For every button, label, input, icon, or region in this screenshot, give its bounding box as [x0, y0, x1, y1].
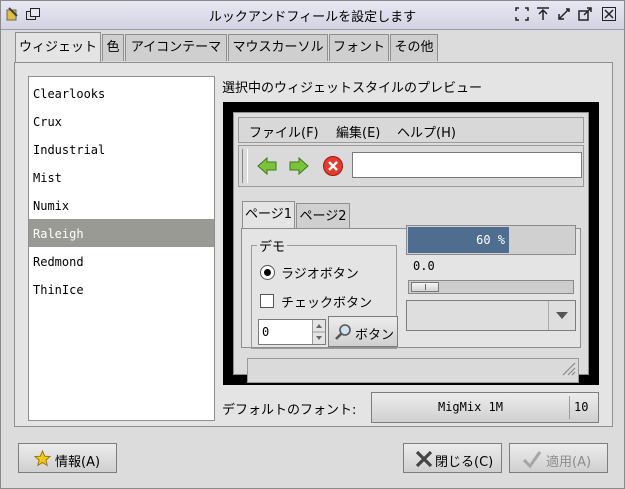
preview-toolbar: [238, 145, 584, 187]
font-button[interactable]: MigMix 1M 10: [371, 392, 599, 423]
scale-value: 0.0: [413, 259, 435, 273]
stop-icon[interactable]: [322, 155, 344, 177]
spin-value: 0: [262, 325, 270, 339]
check-button[interactable]: [260, 294, 274, 308]
chevron-down-icon[interactable]: [548, 301, 575, 330]
checkmark-icon: [522, 449, 542, 473]
menu-edit[interactable]: 編集(E): [336, 122, 380, 141]
demo-frame: ラジオボタン チェックボタン 0 ボタン: [251, 245, 398, 349]
tab-other[interactable]: その他: [390, 34, 438, 61]
default-font-label: デフォルトのフォント:: [222, 403, 357, 418]
demo-button[interactable]: ボタン: [328, 316, 398, 347]
preview-statusbar: [247, 358, 579, 383]
toolbar-grip[interactable]: [242, 149, 248, 183]
preview-frame: ファイル(F) 編集(E) ヘルプ(H) ページ1 ページ2 ラジオボタン チェ…: [223, 102, 599, 385]
list-item[interactable]: Numix: [29, 191, 214, 219]
apply-button[interactable]: 適用(A): [509, 443, 608, 473]
close-button[interactable]: 閉じる(C): [403, 443, 502, 473]
tab-mouse-cursor[interactable]: マウスカーソル: [228, 34, 328, 61]
combo-box[interactable]: [406, 300, 576, 331]
close-icon[interactable]: [601, 6, 617, 22]
check-label: チェックボタン: [281, 296, 373, 311]
always-on-top-icon[interactable]: [535, 6, 551, 22]
progress-text: 60 %: [476, 233, 505, 247]
about-button[interactable]: 情報(A): [18, 443, 117, 473]
title-bar: ルックアンドフィールを設定します: [1, 1, 624, 30]
back-arrow-icon[interactable]: [256, 155, 278, 177]
font-name: MigMix 1M: [437, 400, 504, 414]
tab-icon-theme[interactable]: アイコンテーマ: [125, 34, 227, 61]
preview-menubar: ファイル(F) 編集(E) ヘルプ(H): [238, 117, 584, 143]
demo-button-label: ボタン: [355, 328, 395, 343]
preview-window: ファイル(F) 編集(E) ヘルプ(H) ページ1 ページ2 ラジオボタン チェ…: [233, 112, 589, 383]
radio-button[interactable]: [260, 265, 275, 280]
star-icon: [33, 449, 52, 471]
maximize-fullscreen-icon[interactable]: [514, 6, 530, 22]
maximize-icon[interactable]: [577, 6, 593, 22]
about-button-label: 情報(A): [55, 455, 101, 470]
radio-label: ラジオボタン: [281, 267, 359, 282]
close-button-label: 閉じる(C): [435, 455, 494, 470]
list-item[interactable]: Industrial: [29, 135, 214, 163]
forward-arrow-icon[interactable]: [288, 155, 310, 177]
tab-color[interactable]: 色: [102, 34, 124, 61]
list-item-selected[interactable]: Raleigh: [29, 219, 214, 247]
tab-widget[interactable]: ウィジェット: [15, 32, 101, 63]
spin-arrows[interactable]: [312, 320, 325, 344]
appearance-dialog: ルックアンドフィールを設定します ウィジェット 色 アイコンテーマ マウスカーソ…: [0, 0, 625, 489]
theme-list[interactable]: Clearlooks Crux Industrial Mist Numix Ra…: [28, 76, 215, 421]
preview-text-entry[interactable]: [352, 152, 582, 178]
scale-trough[interactable]: [408, 280, 574, 294]
window-title: ルックアンドフィールを設定します: [208, 10, 417, 25]
menu-file[interactable]: ファイル(F): [249, 122, 319, 141]
font-size: 10: [574, 400, 589, 414]
progress-bar: 60 %: [406, 225, 576, 255]
demo-legend: デモ: [257, 236, 288, 255]
scale-slider[interactable]: [411, 282, 439, 292]
menu-help[interactable]: ヘルプ(H): [397, 122, 456, 141]
tab-page1[interactable]: ページ1: [242, 201, 295, 230]
apply-button-label: 適用(A): [546, 455, 592, 470]
list-item[interactable]: Crux: [29, 107, 214, 135]
tab-page2[interactable]: ページ2: [296, 203, 350, 230]
preview-label: 選択中のウィジェットスタイルのプレビュー: [222, 81, 483, 96]
list-item[interactable]: Mist: [29, 163, 214, 191]
close-x-icon: [414, 449, 434, 473]
tab-font[interactable]: フォント: [329, 34, 389, 61]
resize-grip-icon[interactable]: [560, 360, 576, 380]
list-item[interactable]: ThinIce: [29, 275, 214, 303]
list-item[interactable]: Redmond: [29, 247, 214, 275]
minimize-icon[interactable]: [556, 6, 572, 22]
spin-button[interactable]: 0: [258, 319, 326, 345]
list-item[interactable]: Clearlooks: [29, 79, 214, 107]
search-icon: [334, 323, 352, 345]
